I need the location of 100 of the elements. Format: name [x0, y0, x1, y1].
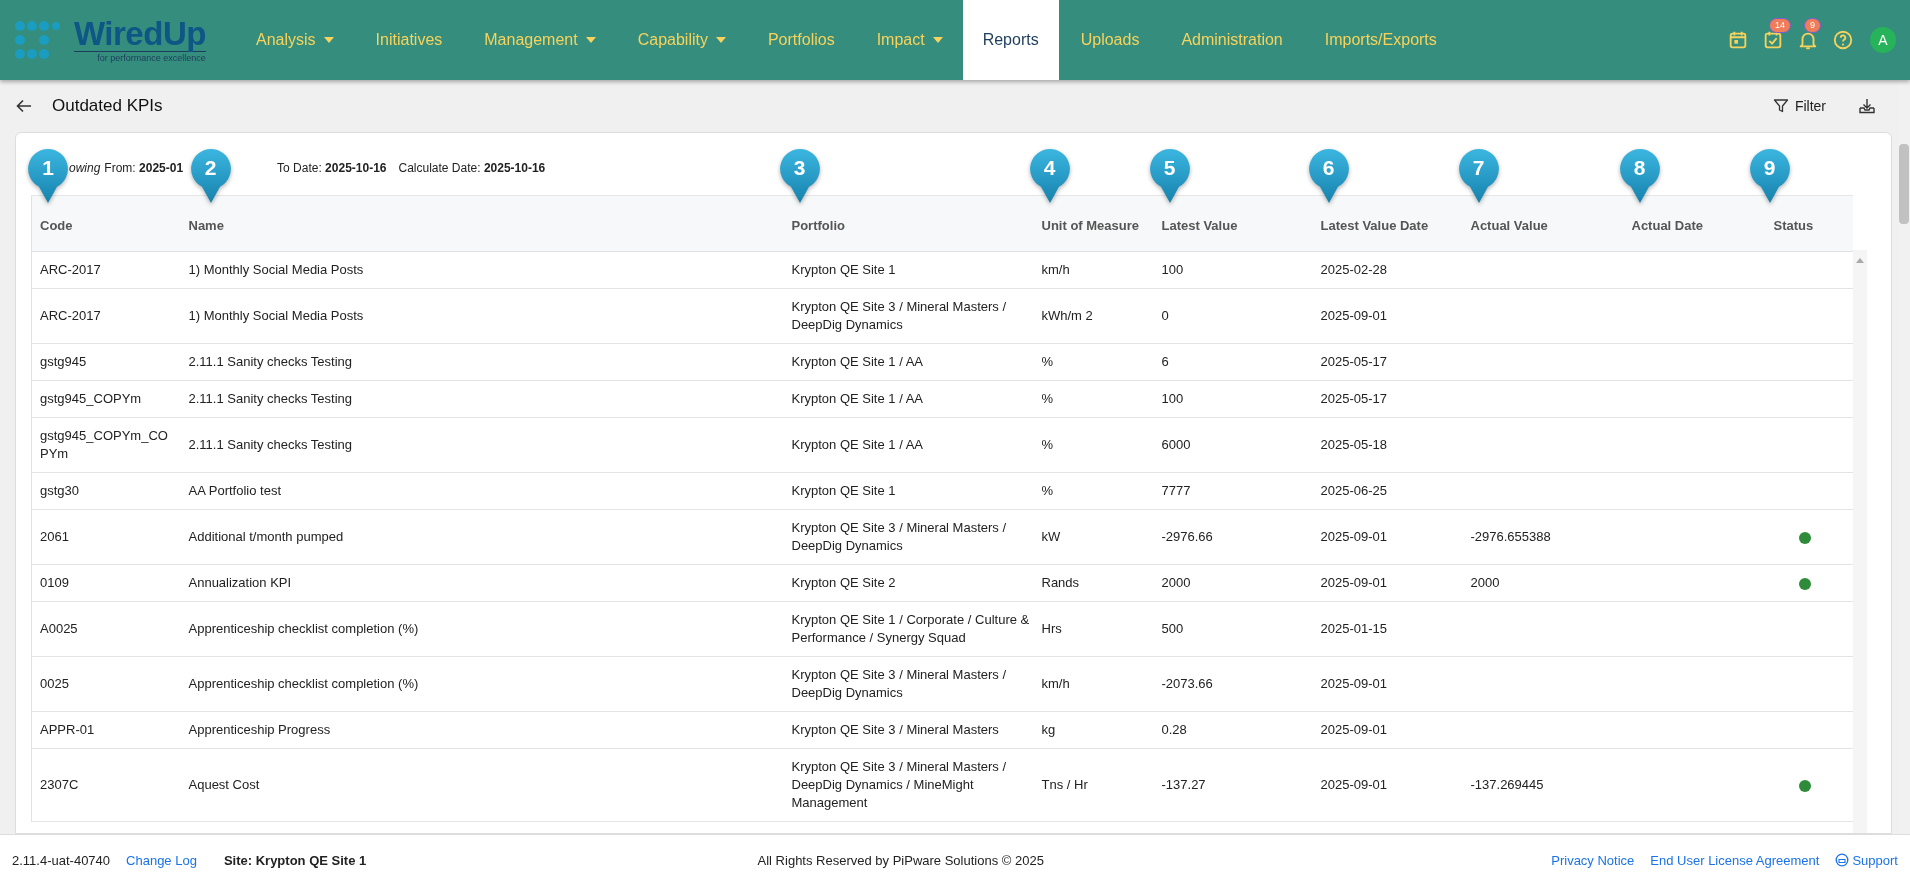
table-cell: 6000: [1153, 417, 1313, 473]
table-cell: Krypton QE Site 1 / AA: [783, 380, 1034, 418]
criteria-text: To Date: 2025-10-16: [277, 160, 387, 177]
nav-tab[interactable]: Initiatives: [353, 0, 463, 80]
page-title: Outdated KPIs: [52, 96, 163, 116]
nav-tab[interactable]: Imports/Exports: [1302, 0, 1457, 80]
table-cell: Krypton QE Site 3 / Mineral Masters / DeepDig Dynamics: [783, 656, 1034, 712]
table-cell: %: [1033, 417, 1154, 473]
column-header[interactable]: Code: [40, 218, 73, 233]
column-header[interactable]: Actual Date: [1631, 218, 1704, 233]
table-cell: Krypton QE Site 1 / AA: [783, 343, 1034, 381]
table-cell: 6: [1153, 343, 1313, 381]
column-header[interactable]: Latest Value: [1161, 218, 1238, 233]
nav-tab[interactable]: Portfolios: [745, 0, 855, 80]
table-cell: 2061: [31, 509, 181, 565]
criteria-text: owing: [69, 160, 101, 177]
table-cell: 0025: [31, 656, 181, 712]
column-header[interactable]: Portfolio: [791, 218, 845, 233]
table-cell: Additional t/month pumped: [180, 509, 784, 565]
table-cell: 2025-01-15: [1312, 601, 1463, 657]
table-cell: gstg30: [31, 472, 181, 510]
table-cell: 2025-09-01: [1312, 656, 1463, 712]
table-cell: Krypton QE Site 3 / Mineral Masters / DeepDig Dynamics: [783, 288, 1034, 344]
count-badge: 14: [1769, 18, 1791, 33]
column-header[interactable]: Actual Value: [1470, 218, 1548, 233]
table-cell: 2025-05-17: [1312, 380, 1463, 418]
callout-marker: 2: [188, 147, 233, 205]
filter-button[interactable]: Filter: [1770, 94, 1828, 118]
table-cell: Krypton QE Site 3 / Mineral Masters: [783, 711, 1034, 749]
table-cell: Krypton QE Site 1 / AA: [783, 417, 1034, 473]
nav-tab[interactable]: Administration: [1159, 0, 1303, 80]
nav-tab[interactable]: Impact: [854, 0, 963, 80]
site-text: Site: Krypton QE Site 1: [223, 852, 367, 868]
table-cell: APPR-01: [31, 711, 181, 749]
table-cell: 0.28: [1153, 711, 1313, 749]
change-log-link[interactable]: Change Log: [126, 852, 197, 868]
table-cell: gstg945_COPYm: [31, 380, 181, 418]
calendar-check-icon[interactable]: [1762, 29, 1784, 51]
callout-marker: 4: [1027, 147, 1072, 205]
table-cell: gstg945: [31, 343, 181, 381]
criteria-text: Calculate Date: 2025-10-16: [398, 160, 546, 177]
table-cell: 2000: [1462, 564, 1624, 602]
table-cell: 7777: [1153, 472, 1313, 510]
nav-tab[interactable]: Uploads: [1058, 0, 1160, 80]
table-cell: 2025-09-01: [1312, 288, 1463, 344]
callout-marker: 6: [1306, 147, 1351, 205]
table-cell: -2073.66: [1153, 656, 1313, 712]
table-cell: ARC-2017: [31, 251, 181, 289]
version-text: 2.11.4-uat-40740: [12, 852, 111, 868]
table-cell: kg: [1033, 711, 1154, 749]
table-cell: ARC-2017: [31, 288, 181, 344]
column-header[interactable]: Status: [1773, 218, 1814, 233]
back-arrow-icon[interactable]: [16, 99, 32, 113]
table-cell: Apprenticeship checklist completion (%): [180, 601, 784, 657]
column-header[interactable]: Name: [188, 218, 224, 233]
calendar-icon[interactable]: [1727, 29, 1749, 51]
table-cell: 100: [1153, 380, 1313, 418]
table-cell: 1) Monthly Social Media Posts: [180, 288, 784, 344]
user-avatar[interactable]: A: [1870, 27, 1896, 53]
nav-tab[interactable]: Reports: [962, 0, 1059, 80]
table-cell: 2025-05-18: [1312, 417, 1463, 473]
table-cell: Apprenticeship checklist completion (%): [180, 656, 784, 712]
callout-marker: 5: [1147, 147, 1192, 205]
copyright-text: All Rights Reserved by PiPware Solutions © 2025: [757, 852, 1044, 868]
support-icon: [1835, 853, 1850, 867]
table-cell: A0025: [31, 601, 181, 657]
table-cell: Annualization KPI: [180, 564, 784, 602]
download-icon[interactable]: [1858, 97, 1876, 115]
support-link[interactable]: Support: [1835, 852, 1898, 868]
scrollbar[interactable]: [1853, 250, 1867, 833]
footer-link[interactable]: Privacy Notice: [1551, 852, 1635, 868]
callout-marker: 7: [1456, 147, 1501, 205]
table-cell: AA Portfolio test: [180, 472, 784, 510]
column-header[interactable]: Latest Value Date: [1320, 218, 1429, 233]
table-cell: 100: [1153, 251, 1313, 289]
count-badge: 9: [1804, 18, 1821, 33]
nav-tab[interactable]: Management: [462, 0, 616, 80]
callout-marker: 3: [777, 147, 822, 205]
footer-link[interactable]: End User License Agreement: [1650, 852, 1820, 868]
table-cell: gstg945_COPYm_COPYm: [31, 417, 181, 473]
table-cell: 2025-09-01: [1312, 509, 1463, 565]
scroll-up-arrow-icon[interactable]: [1855, 256, 1865, 264]
table-cell: 2025-02-28: [1312, 251, 1463, 289]
table-cell: 2025-09-01: [1312, 564, 1463, 602]
table-cell: kW: [1033, 509, 1154, 565]
table-cell: Krypton QE Site 3 / Mineral Masters / DeepDig Dynamics: [783, 509, 1034, 565]
table-cell: Rands: [1033, 564, 1154, 602]
table-cell: Tns / Hr: [1033, 748, 1154, 822]
help-icon[interactable]: [1832, 29, 1854, 51]
callout-marker: 1: [26, 147, 70, 205]
table-cell: km/h: [1033, 251, 1154, 289]
table-cell: -2976.655388: [1462, 509, 1624, 565]
nav-tab[interactable]: Capability: [615, 0, 746, 80]
table-cell: Krypton QE Site 1 / Corporate / Culture & Performance / Synergy Squad: [783, 601, 1034, 657]
table-cell: %: [1033, 380, 1154, 418]
table-cell: 2025-09-01: [1312, 748, 1463, 822]
logo[interactable]: WiredUp for performance excellence: [0, 16, 228, 64]
table-cell: 0109: [31, 564, 181, 602]
table-cell: 2.11.1 Sanity checks Testing: [180, 380, 784, 418]
nav-tab[interactable]: Analysis: [228, 0, 354, 80]
